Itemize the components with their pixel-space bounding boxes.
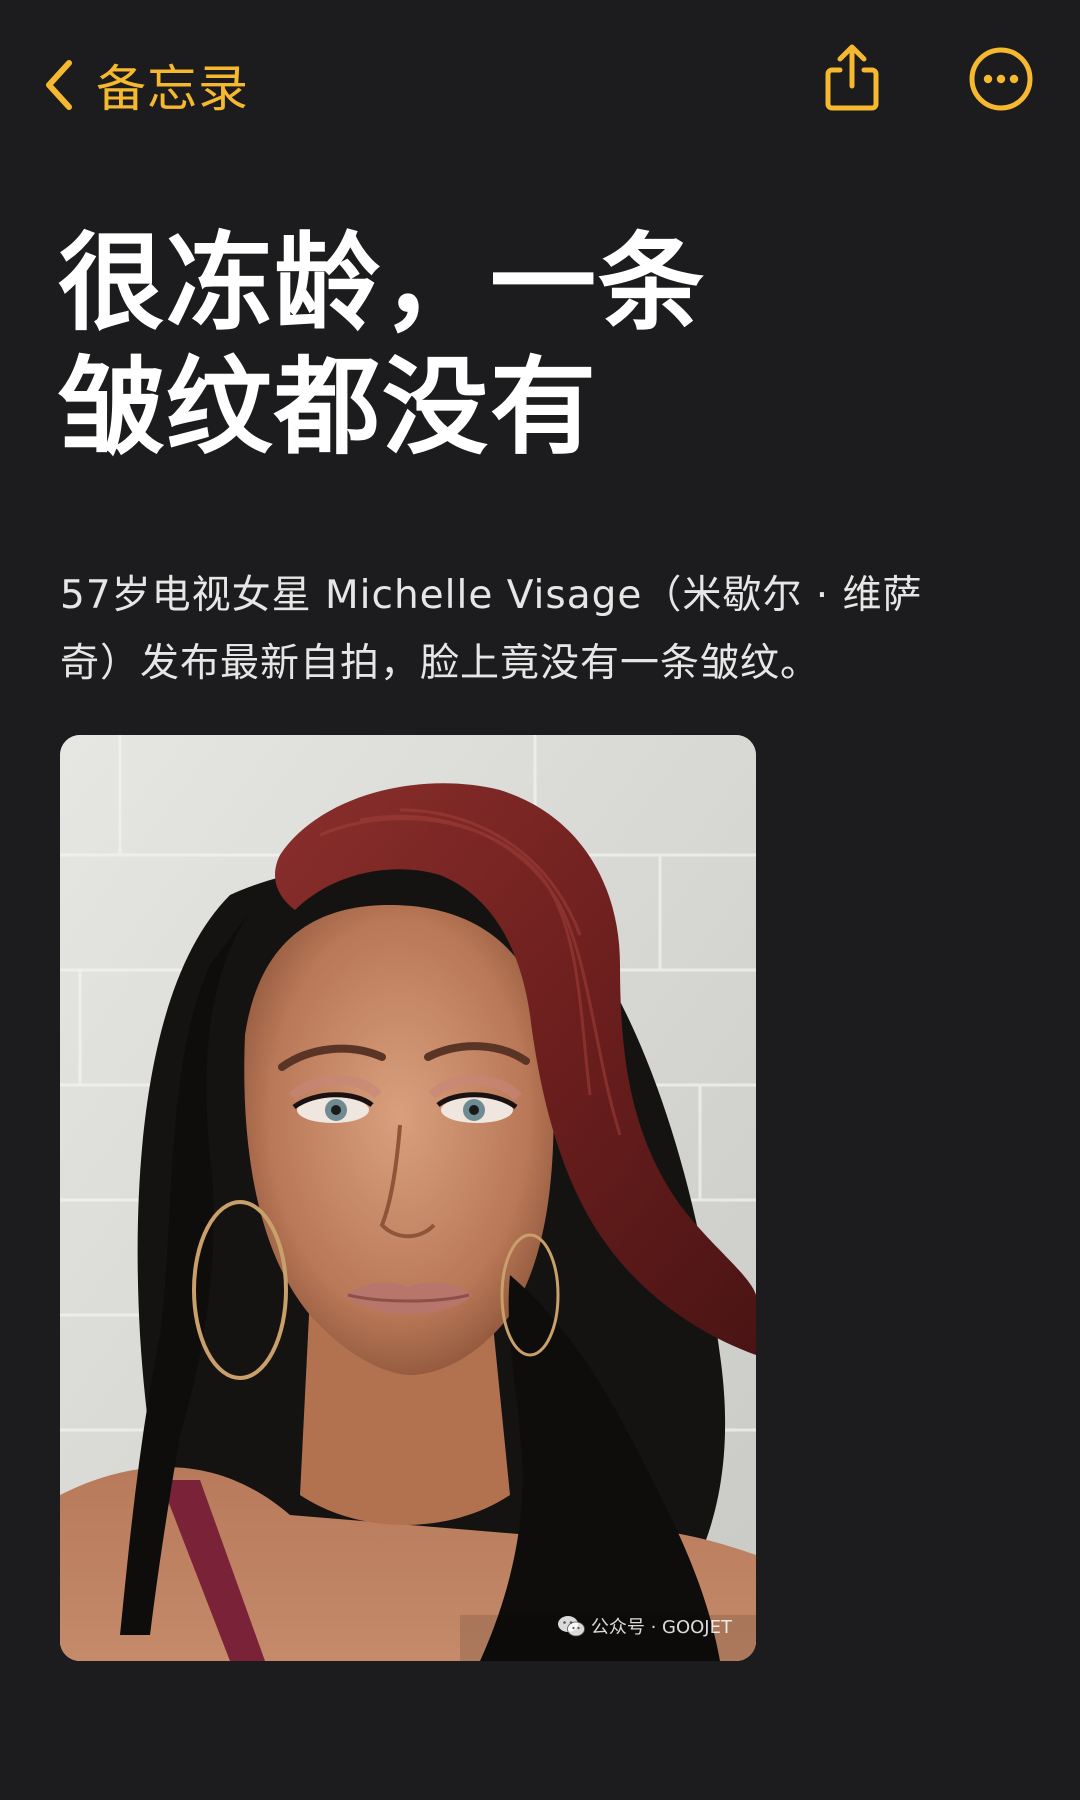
note-body-line: 57岁电视女星 Michelle Visage（米歇尔 · 维萨 xyxy=(60,573,923,618)
note-body: 57岁电视女星 Michelle Visage（米歇尔 · 维萨 奇）发布最新自… xyxy=(60,562,1040,698)
note-title-line: 很冻龄，一条 xyxy=(58,222,706,345)
watermark: 公众号 · GOOJET xyxy=(557,1613,732,1639)
note-photo[interactable]: 公众号 · GOOJET xyxy=(60,735,756,1661)
share-button[interactable] xyxy=(816,42,888,114)
back-button[interactable]: 备忘录 xyxy=(42,50,249,120)
portrait-photo xyxy=(60,735,756,1661)
more-button[interactable] xyxy=(968,46,1034,112)
watermark-text: 公众号 · GOOJET xyxy=(590,1617,732,1638)
navigation-bar: 备忘录 xyxy=(0,0,1080,170)
note-body-line: 奇）发布最新自拍，脸上竟没有一条皱纹。 xyxy=(60,641,821,686)
notes-screen: 备忘录 很冻龄，一条 皱纹都没有 57岁电视女星 Michelle Visage… xyxy=(0,0,1080,1800)
note-title: 很冻龄，一条 皱纹都没有 xyxy=(58,222,958,470)
chevron-left-icon xyxy=(46,60,72,110)
ellipsis-circle-icon xyxy=(969,47,1033,111)
back-label: 备忘录 xyxy=(96,60,249,118)
note-title-line: 皱纹都没有 xyxy=(58,346,598,469)
wechat-icon xyxy=(557,1616,585,1637)
share-icon xyxy=(825,44,879,111)
